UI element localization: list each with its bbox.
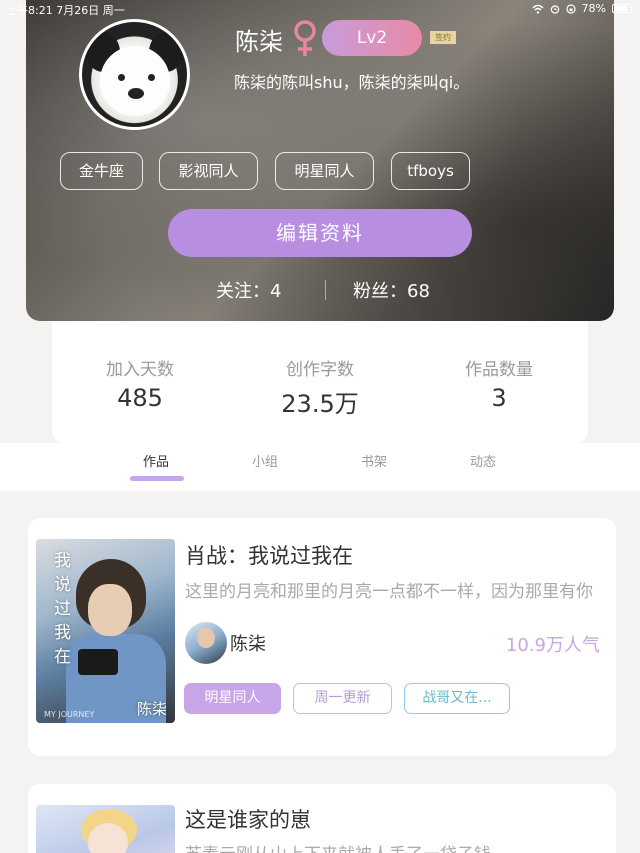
work-cover-image[interactable]: 我说过我在 陈柒 MY JOURNEY: [36, 539, 175, 723]
status-bar: 上午8:21 7月26日 周一 78%: [0, 0, 640, 18]
work-card[interactable]: 我说过我在 陈柒 MY JOURNEY 肖战：我说过我在 这里的月亮和那里的月亮…: [28, 518, 616, 756]
username: 陈柒: [235, 28, 283, 56]
stat-label: 加入天数: [106, 360, 174, 380]
chip-tag[interactable]: 战哥又在...: [404, 683, 510, 714]
author-name[interactable]: 陈柒: [230, 630, 266, 656]
chip-category[interactable]: 明星同人: [184, 683, 281, 714]
stat-value: 23.5万: [281, 390, 359, 418]
stat-value: 485: [117, 384, 163, 412]
follow-divider: [325, 280, 326, 300]
work-title[interactable]: 肖战：我说过我在: [185, 540, 353, 570]
level-badge[interactable]: Lv2: [322, 20, 422, 56]
stat-word-count: 创作字数 23.5万: [250, 355, 390, 419]
stat-value: 3: [491, 384, 507, 412]
stat-label: 作品数量: [465, 360, 533, 380]
popularity-count: 10.9万人气: [505, 635, 600, 656]
female-icon: [294, 20, 316, 56]
battery-icon: [612, 4, 632, 13]
stat-join-days: 加入天数 485: [70, 355, 210, 412]
wifi-icon: [532, 4, 544, 14]
stat-label: 创作字数: [286, 360, 354, 380]
edit-profile-button[interactable]: 编辑资料: [168, 209, 472, 257]
stat-works-count: 作品数量 3: [429, 355, 569, 412]
work-description: 这里的月亮和那里的月亮一点都不一样，因为那里有你: [185, 582, 593, 602]
cover-subtitle: MY JOURNEY: [44, 710, 95, 719]
lock-rotation-icon: [565, 3, 576, 14]
cover-author: 陈柒: [136, 700, 167, 718]
followers-count: 68: [407, 281, 430, 302]
work-card[interactable]: 这是谁家的崽 苏素云刚从山上下来就被人丢了一袋子钱: [28, 784, 616, 853]
tab-works[interactable]: 作品: [126, 451, 186, 470]
tag-star-fanfic[interactable]: 明星同人: [275, 152, 374, 190]
work-description: 苏素云刚从山上下来就被人丢了一袋子钱: [185, 840, 605, 853]
chip-update-schedule[interactable]: 周一更新: [293, 683, 392, 714]
tab-activity[interactable]: 动态: [453, 451, 513, 470]
status-time: 上午8:21 7月26日 周一: [6, 4, 125, 17]
tag-film-fanfic[interactable]: 影视同人: [159, 152, 258, 190]
tag-tfboys[interactable]: tfboys: [391, 152, 470, 190]
tab-active-indicator: [130, 476, 184, 481]
battery-percent: 78%: [581, 2, 606, 15]
follow-stats: 关注：4 粉丝：68: [0, 277, 640, 303]
tab-groups[interactable]: 小组: [235, 451, 295, 470]
status-indicators: 78%: [532, 2, 632, 15]
following-count: 4: [270, 281, 282, 302]
work-title[interactable]: 这是谁家的崽: [185, 804, 311, 834]
signed-badge: 签约: [430, 31, 456, 44]
user-bio: 陈柒的陈叫shu，陈柒的柒叫qi。: [234, 73, 470, 92]
stats-card: 加入天数 485 创作字数 23.5万 作品数量 3: [52, 321, 588, 443]
user-avatar[interactable]: [79, 19, 190, 130]
followers-link[interactable]: 粉丝：68: [353, 277, 430, 303]
alarm-icon: [550, 4, 559, 14]
tab-bookshelf[interactable]: 书架: [344, 451, 404, 470]
tag-zodiac[interactable]: 金牛座: [60, 152, 143, 190]
followers-label: 粉丝：: [353, 281, 407, 302]
work-cover-image[interactable]: [36, 805, 175, 853]
following-link[interactable]: 关注：4: [216, 277, 281, 303]
following-label: 关注：: [216, 281, 270, 302]
cover-title: 我说过我在: [54, 551, 71, 667]
tab-bar: 作品 小组 书架 动态: [0, 443, 640, 491]
author-avatar[interactable]: [185, 622, 227, 664]
